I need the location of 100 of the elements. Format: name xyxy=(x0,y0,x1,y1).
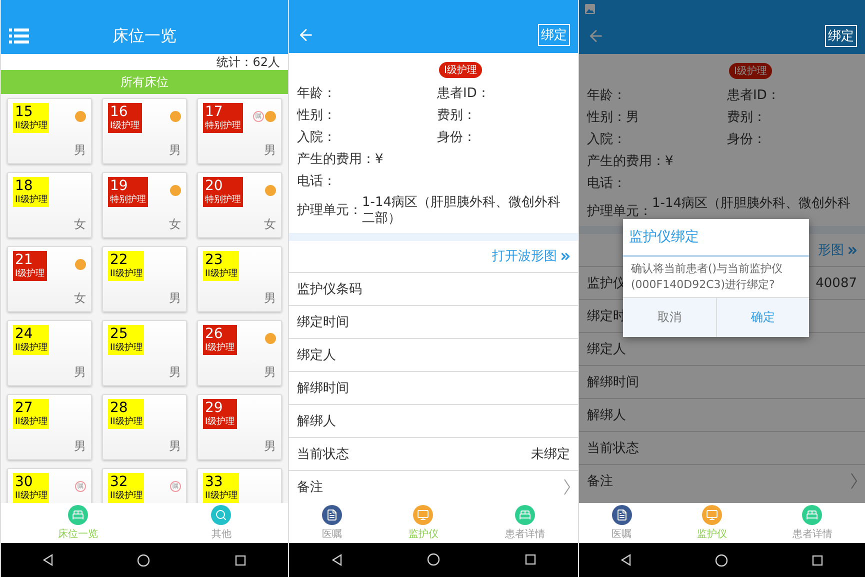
recent-apps-icon[interactable] xyxy=(812,554,823,566)
info-field: 电话： xyxy=(587,174,727,192)
gender-label: 女 xyxy=(74,216,86,233)
tab[interactable]: 患者详情 xyxy=(504,504,545,541)
gender-label: 男 xyxy=(264,290,276,307)
back-icon[interactable] xyxy=(43,554,54,566)
gender-label: 男 xyxy=(169,142,181,159)
home-icon[interactable] xyxy=(137,554,150,566)
bed-card[interactable]: 28 II级护理 男 xyxy=(102,394,187,460)
info-field: 年龄： xyxy=(297,85,437,102)
row-label: 备注 xyxy=(587,473,613,490)
row-label: 当前状态 xyxy=(587,440,639,457)
patient-count: 统计：62人 xyxy=(1,54,288,70)
bed-card[interactable]: 18 II级护理 女 xyxy=(7,172,92,238)
back-icon[interactable] xyxy=(621,554,631,566)
info-field: 患者ID： xyxy=(727,86,857,104)
row-value: 40087 xyxy=(816,276,857,290)
recent-apps-icon[interactable] xyxy=(234,554,246,566)
info-field: 电话： xyxy=(297,173,437,190)
tab[interactable]: 医嘱 xyxy=(612,505,632,541)
info-field: 费别： xyxy=(727,108,857,126)
bind-button[interactable]: 绑定 xyxy=(825,25,857,47)
bed-label: 33 II级护理 xyxy=(203,473,240,503)
waveform-link[interactable]: 打开波形图 xyxy=(492,247,572,266)
nursing-level-badge: I级护理 xyxy=(729,63,772,79)
row-label: 备注 xyxy=(297,478,323,496)
dialog-button[interactable]: 取消 xyxy=(623,297,716,337)
bed-label: 23 II级护理 xyxy=(203,251,240,281)
bed-card[interactable]: 21 I级护理 女 xyxy=(7,246,92,312)
home-icon[interactable] xyxy=(426,553,440,566)
bed-label: 20 特别护理 xyxy=(203,177,243,207)
bed-card[interactable]: 20 特别护理 女 xyxy=(197,172,282,238)
nursing-level-badge: I级护理 xyxy=(439,62,482,78)
menu-icon[interactable] xyxy=(9,28,29,44)
dialog-title: 监护仪绑定 xyxy=(623,219,809,257)
bed-card[interactable]: 15 II级护理 男 xyxy=(7,98,92,164)
tab[interactable]: 医嘱 xyxy=(322,504,342,541)
bed-card[interactable]: 23 II级护理 男 xyxy=(197,246,282,312)
bed-label: 24 II级护理 xyxy=(13,325,50,355)
row-label: 当前状态 xyxy=(297,446,349,463)
bed-card[interactable]: 33 II级护理 xyxy=(197,468,282,503)
bed-label: 22 II级护理 xyxy=(108,251,144,281)
gender-label: 男 xyxy=(169,438,181,455)
row-label: 绑定人 xyxy=(587,341,626,358)
row-label: 绑定时间 xyxy=(297,314,349,331)
row-label: 解绑人 xyxy=(587,407,626,424)
bed-label: 29 I级护理 xyxy=(203,399,237,429)
back-icon[interactable] xyxy=(332,554,342,566)
gender-label: 女 xyxy=(169,216,181,233)
row-label: 解绑时间 xyxy=(587,374,639,391)
bed-label: 17 特别护理 xyxy=(203,103,243,133)
info-field: 产生的费用：¥ xyxy=(297,151,437,168)
row-label: 解绑时间 xyxy=(297,380,349,397)
bed-card[interactable]: 19 特别护理 女 xyxy=(102,172,187,238)
info-label: 护理单元： xyxy=(297,202,362,220)
bed-card[interactable]: 24 II级护理 男 xyxy=(7,320,92,386)
info-field: 身份： xyxy=(727,130,857,148)
bed-card[interactable]: 29 I级护理 男 xyxy=(197,394,282,460)
bed-label: 19 特别护理 xyxy=(108,177,148,207)
bind-button[interactable]: 绑定 xyxy=(538,24,570,46)
bed-card[interactable]: 27 II级护理 男 xyxy=(7,394,92,460)
page-title: 床位一览 xyxy=(112,26,176,46)
gender-label: 男 xyxy=(74,364,86,381)
recent-apps-icon[interactable] xyxy=(524,554,536,566)
dialog-button[interactable]: 确定 xyxy=(716,297,809,337)
row-value: 未绑定 xyxy=(531,446,570,463)
gender-label: 男 xyxy=(74,142,86,159)
info-value: 1-14病区（肝胆胰外科、微创外科 xyxy=(652,196,851,213)
bed-label: 25 II级护理 xyxy=(108,325,144,355)
info-field: 年龄： xyxy=(587,86,727,104)
info-label: 护理单元： xyxy=(587,203,652,220)
bed-card[interactable]: 25 II级护理 男 xyxy=(102,320,187,386)
bed-card[interactable]: 22 II级护理 男 xyxy=(102,246,187,312)
info-field: 产生的费用：¥ xyxy=(587,152,727,170)
gender-label: 男 xyxy=(264,142,276,159)
info-field: 入院： xyxy=(297,129,437,146)
bed-card[interactable]: 26 I级护理 男 xyxy=(197,320,282,386)
tab[interactable]: 患者详情 xyxy=(792,505,832,541)
home-icon[interactable] xyxy=(715,554,728,566)
gender-label: 男 xyxy=(169,290,181,307)
bed-label: 21 I级护理 xyxy=(13,251,47,281)
gender-label: 女 xyxy=(74,290,86,307)
row-label: 解绑人 xyxy=(297,412,336,430)
bed-card[interactable]: 16 I级护理 男 xyxy=(102,98,187,164)
tab[interactable]: 其他 xyxy=(211,505,232,541)
info-field: 性别：男 xyxy=(587,108,727,126)
bed-label: 26 I级护理 xyxy=(203,325,237,355)
bed-label: 28 II级护理 xyxy=(108,399,144,429)
info-field: 性别： xyxy=(297,107,437,124)
gender-label: 男 xyxy=(169,364,181,381)
bed-label: 27 II级护理 xyxy=(13,399,50,429)
bed-label: 15 II级护理 xyxy=(13,103,50,133)
bed-label: 32 II级护理 xyxy=(108,473,144,503)
row-label: 绑定人 xyxy=(297,346,336,364)
gender-label: 女 xyxy=(264,216,276,233)
info-field: 费别： xyxy=(437,107,570,124)
bed-label: 16 I级护理 xyxy=(108,103,142,133)
gender-label: 男 xyxy=(74,438,86,455)
bed-label: 30 II级护理 xyxy=(13,473,50,503)
gender-label: 男 xyxy=(264,364,276,381)
